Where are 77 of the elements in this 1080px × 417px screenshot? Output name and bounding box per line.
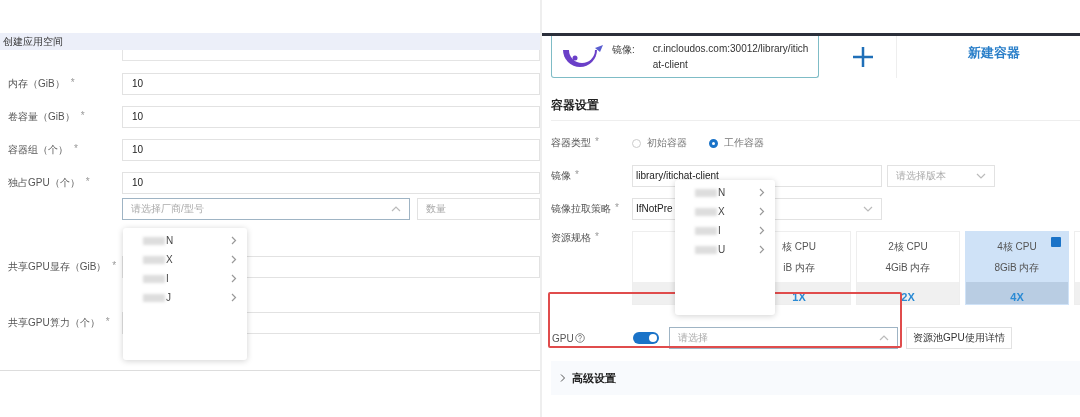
gpu-usage-button[interactable]: 资源池GPU使用详情 <box>906 327 1012 349</box>
menu-item[interactable]: X <box>675 202 775 221</box>
chevron-right-icon <box>559 373 566 383</box>
advanced-settings-panel[interactable]: 高级设置 <box>551 361 1080 395</box>
required-mark: * <box>595 136 599 149</box>
image-card[interactable]: 镜像: cr.incloudos.com:30012/library/itich at-client <box>551 36 819 78</box>
input-field[interactable]: 10 <box>122 172 540 194</box>
menu-item[interactable]: I <box>123 269 247 288</box>
spec-card[interactable]: 4核 CPU 8GiB 内存 4X <box>965 231 1069 305</box>
field-label: 容器类型 <box>551 136 591 150</box>
input-field[interactable] <box>122 50 540 61</box>
field-label: 资源规格 <box>551 231 591 245</box>
required-mark: * <box>70 77 75 90</box>
chevron-right-icon <box>759 245 765 254</box>
caret-down-icon <box>863 206 873 212</box>
chevron-right-icon <box>231 274 237 283</box>
required-mark: * <box>85 176 90 189</box>
menu-item[interactable]: N <box>123 231 247 250</box>
toggle-switch[interactable] <box>633 332 659 344</box>
input-field[interactable]: 10 <box>122 139 540 161</box>
chevron-right-icon <box>231 255 237 264</box>
redacted-text <box>695 188 717 197</box>
field-label: 镜像拉取策略 <box>551 202 611 216</box>
chevron-right-icon <box>231 293 237 302</box>
required-mark: * <box>105 316 110 329</box>
image-path: at-client <box>652 59 689 70</box>
required-mark: * <box>575 169 579 182</box>
input-field[interactable]: 10 <box>122 106 540 128</box>
required-mark: * <box>80 110 85 123</box>
field-label: 内存（GiB） <box>8 77 65 91</box>
chevron-right-icon <box>759 226 765 235</box>
help-icon[interactable] <box>574 333 585 343</box>
menu-item[interactable]: J <box>123 288 247 307</box>
page-title: 创建应用空间 <box>0 33 540 50</box>
field-label: GPU <box>552 332 574 344</box>
required-mark: * <box>112 260 117 273</box>
new-container-button[interactable]: 新建容器 <box>967 44 1020 62</box>
chevron-right-icon <box>231 236 237 245</box>
plus-icon[interactable] <box>851 46 874 68</box>
chevron-right-icon <box>759 188 765 197</box>
redacted-text <box>143 255 165 264</box>
field-label: 共享GPU显存（GiB） <box>8 260 107 274</box>
memory-text: 8GiB 内存 <box>994 260 1040 275</box>
field-label: 共享GPU算力（个） <box>8 316 100 330</box>
required-mark: * <box>595 231 599 244</box>
required-mark: * <box>615 202 619 215</box>
field-label: 独占GPU（个） <box>8 176 80 190</box>
redacted-text <box>143 236 165 245</box>
field-label: 镜像 <box>551 169 571 183</box>
cpu-text: 4核 CPU <box>997 239 1037 254</box>
multiplier-text: 2X <box>901 291 915 303</box>
memory-text: 4GiB 内存 <box>885 260 931 275</box>
input-field[interactable]: 10 <box>122 73 540 95</box>
redacted-text <box>143 293 165 302</box>
radio-option[interactable]: 初始容器 <box>632 136 687 150</box>
redacted-text <box>143 274 165 283</box>
caret-up-icon <box>391 206 401 212</box>
chevron-right-icon <box>759 207 765 216</box>
field-label: 卷容量（GiB） <box>8 110 75 124</box>
cpu-text: 核 CPU <box>782 239 816 254</box>
field-label: 镜像: <box>612 43 635 57</box>
cpu-text: 2核 CPU <box>888 239 928 254</box>
checkbox-icon <box>1051 237 1061 247</box>
field-label: 容器组（个） <box>8 143 68 157</box>
redacted-text <box>695 226 717 235</box>
memory-text: iB 内存 <box>783 260 815 275</box>
required-mark: * <box>74 143 78 156</box>
radio-option[interactable]: 工作容器 <box>709 136 764 150</box>
menu-item[interactable]: X <box>123 250 247 269</box>
multiplier-text: 4X <box>1010 291 1024 303</box>
image-path: cr.incloudos.com:30012/library/itich <box>652 43 809 54</box>
caret-up-icon <box>879 335 889 341</box>
section-title: 容器设置 <box>551 97 600 113</box>
redacted-text <box>695 245 717 254</box>
redacted-text <box>695 207 717 216</box>
spec-card[interactable]: 2核 CPU 4GiB 内存 2X <box>856 231 960 305</box>
caret-down-icon <box>976 173 986 179</box>
